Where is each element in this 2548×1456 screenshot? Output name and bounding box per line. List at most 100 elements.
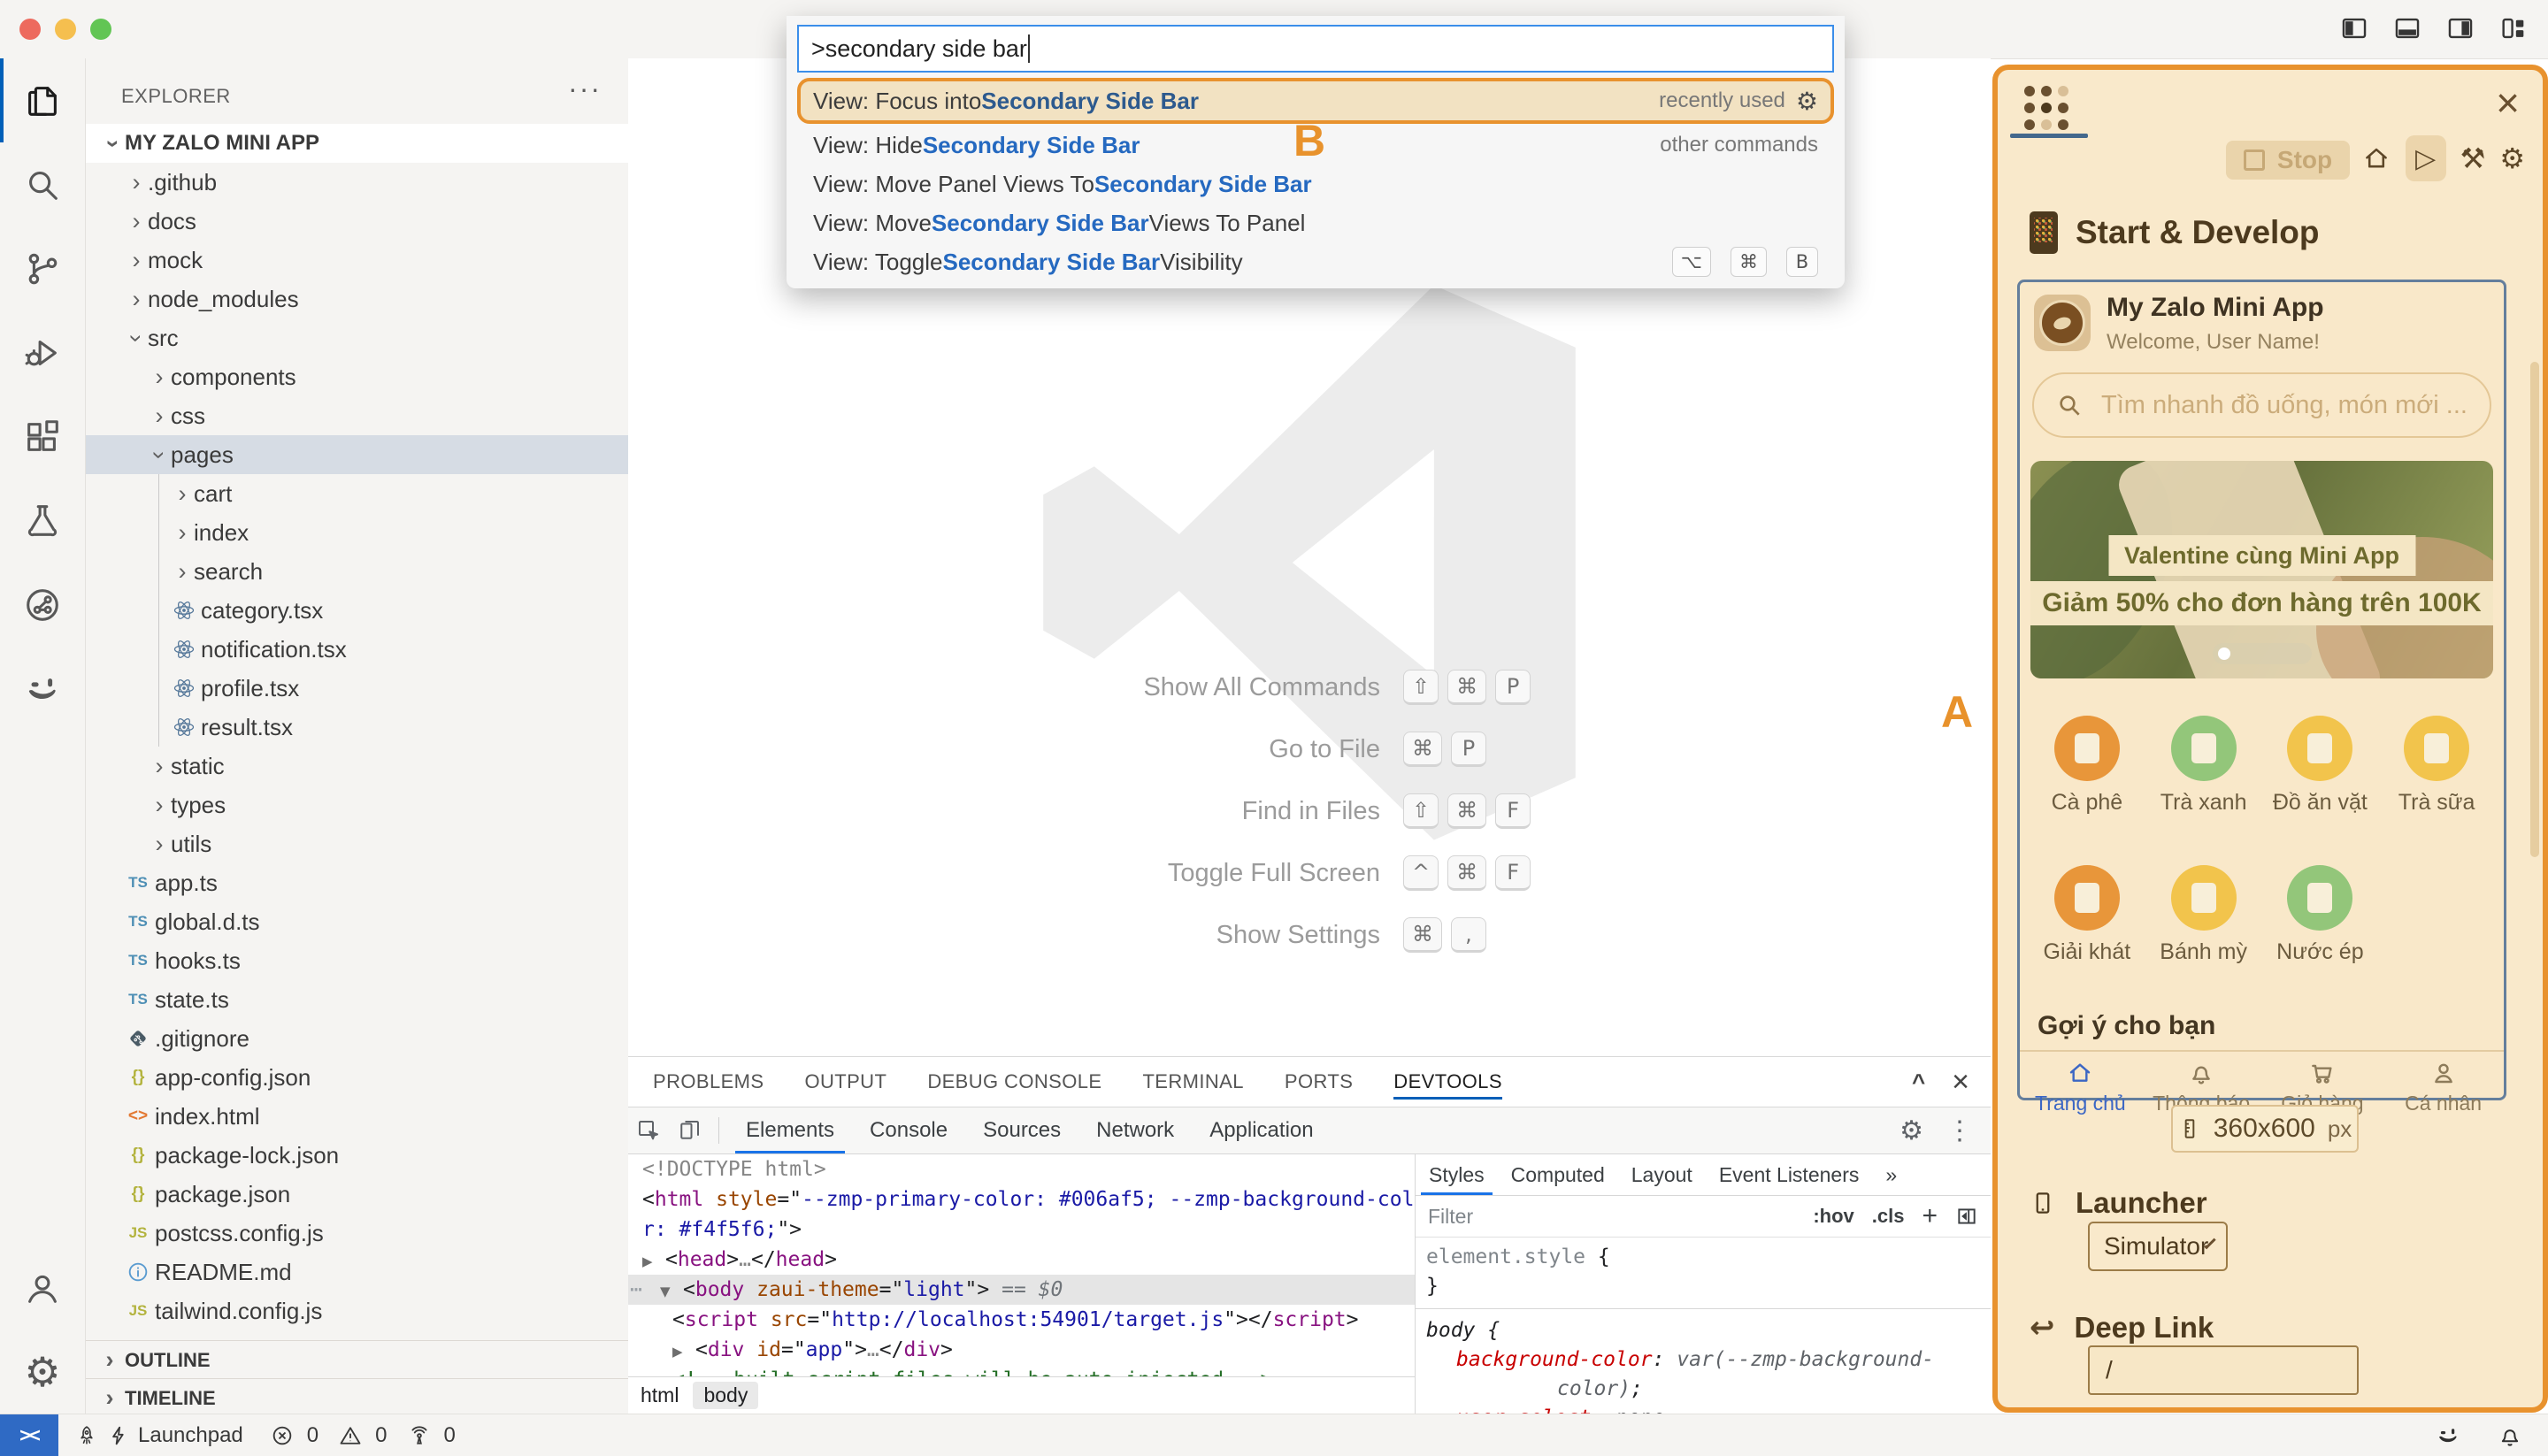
toggle-primary-sidebar-icon[interactable]	[2339, 13, 2369, 43]
devtools-tab-network[interactable]: Network	[1078, 1107, 1192, 1153]
dom-line[interactable]: ▶<head>…</head>	[628, 1245, 1415, 1275]
promo-banner[interactable]: Valentine cùng Mini App Giảm 50% cho đơn…	[2030, 461, 2493, 678]
tree-item-postcss-config-js[interactable]: JSpostcss.config.js	[86, 1214, 628, 1253]
nav-home[interactable]: Trang chủ	[2020, 1059, 2141, 1107]
styles-tab-computed[interactable]: Computed	[1498, 1154, 1618, 1195]
tree-item-types[interactable]: ›types	[86, 785, 628, 824]
devtools-tab-elements[interactable]: Elements	[728, 1107, 852, 1153]
styles-tab-event-listeners[interactable]: Event Listeners	[1706, 1154, 1873, 1195]
close-panel-icon[interactable]: ×	[1952, 1065, 1969, 1100]
close-icon[interactable]: ×	[2496, 79, 2520, 126]
category--n-v-t[interactable]: Đồ ăn vặt	[2262, 716, 2379, 816]
mini-app-logo-icon[interactable]	[2024, 86, 2068, 130]
inspect-element-icon[interactable]	[628, 1117, 669, 1144]
tree-item-app-ts[interactable]: TSapp.ts	[86, 863, 628, 902]
dom-line[interactable]: <script src="http://localhost:54901/targ…	[628, 1305, 1415, 1335]
section-outline[interactable]: ›OUTLINE	[86, 1340, 628, 1379]
tree-item-package-lock-json[interactable]: {}package-lock.json	[86, 1136, 628, 1175]
tree-item-notification-tsx[interactable]: notification.tsx	[86, 630, 628, 669]
tree-item-css[interactable]: ›css	[86, 396, 628, 435]
activity-extensions[interactable]	[0, 395, 85, 479]
category-n-c-p[interactable]: Nước ép	[2262, 865, 2379, 965]
panel-tab-terminal[interactable]: TERMINAL	[1142, 1057, 1243, 1107]
warnings-icon[interactable]	[338, 1423, 370, 1448]
activity-run-debug[interactable]	[0, 310, 85, 395]
command-row[interactable]: View: Move Panel Views To Secondary Side…	[797, 165, 1834, 203]
zalo-smiley-icon[interactable]	[2435, 1422, 2461, 1449]
tree-item-static[interactable]: ›static	[86, 747, 628, 785]
device-toolbar-icon[interactable]	[669, 1117, 710, 1144]
devtools-menu-icon[interactable]: ⋮	[1946, 1115, 1973, 1146]
home-icon[interactable]	[2361, 143, 2391, 173]
remote-indicator[interactable]: ><	[0, 1414, 58, 1456]
tree-item--gitignore[interactable]: .gitignore	[86, 1019, 628, 1058]
toggle-secondary-sidebar-icon[interactable]	[2445, 13, 2475, 43]
tree-item-hooks-ts[interactable]: TShooks.ts	[86, 941, 628, 980]
expand-arrow-icon[interactable]: ▶	[672, 1337, 695, 1367]
close-window-button[interactable]	[19, 19, 41, 40]
activity-search[interactable]	[0, 142, 85, 226]
hov-toggle[interactable]: :hov	[1813, 1205, 1853, 1228]
ports-icon[interactable]	[407, 1423, 439, 1448]
styles-tab-layout[interactable]: Layout	[1618, 1154, 1706, 1195]
command-row[interactable]: View: Move Secondary Side Bar Views To P…	[797, 203, 1834, 242]
category-tr-xanh[interactable]: Trà xanh	[2145, 716, 2262, 816]
devtools-tab-application[interactable]: Application	[1192, 1107, 1331, 1153]
breadcrumb-body[interactable]: body	[693, 1382, 758, 1409]
tree-item-package-json[interactable]: {}package.json	[86, 1175, 628, 1214]
app-search-input[interactable]: Tìm nhanh đồ uống, món mới ...	[2032, 372, 2491, 438]
expand-arrow-icon[interactable]: ▶	[642, 1246, 665, 1276]
configure-keybinding-icon[interactable]: ⚙	[1796, 87, 1818, 116]
styles-filter-input[interactable]: Filter	[1428, 1205, 1473, 1229]
panel-tab-output[interactable]: OUTPUT	[804, 1057, 886, 1107]
activity-remote-explorer[interactable]	[0, 563, 85, 647]
play-icon[interactable]: ▷	[2406, 135, 2446, 181]
dom-line[interactable]: <!DOCTYPE html>	[628, 1154, 1415, 1184]
customize-layout-icon[interactable]	[2498, 13, 2529, 43]
cls-toggle[interactable]: .cls	[1872, 1205, 1905, 1228]
tree-item-state-ts[interactable]: TSstate.ts	[86, 980, 628, 1019]
category-tr-s-a[interactable]: Trà sữa	[2378, 716, 2495, 816]
activity-explorer[interactable]	[0, 58, 85, 142]
tree-item-app-config-json[interactable]: {}app-config.json	[86, 1058, 628, 1097]
dom-line[interactable]: ▶<div id="app">…</div>	[628, 1335, 1415, 1365]
panel-scrollbar[interactable]	[2530, 362, 2539, 857]
tree-item-pages[interactable]: ›pages	[86, 435, 628, 474]
activity-testing[interactable]	[0, 479, 85, 563]
tree-item-cart[interactable]: ›cart	[86, 474, 628, 513]
dom-line[interactable]: <html style="--zmp-primary-color: #006af…	[628, 1184, 1415, 1215]
tree-item-tailwind-config-js[interactable]: JStailwind.config.js	[86, 1291, 628, 1330]
expand-arrow-icon[interactable]: ▼	[660, 1276, 683, 1307]
activity-accounts[interactable]	[0, 1245, 85, 1330]
category-c-ph-[interactable]: Cà phê	[2029, 716, 2145, 816]
tree-item-src[interactable]: ›src	[86, 318, 628, 357]
activity-zalo-mini-app[interactable]	[0, 647, 85, 731]
new-style-rule-icon[interactable]: +	[1922, 1201, 1938, 1231]
tree-item-readme-md[interactable]: README.md	[86, 1253, 628, 1291]
breadcrumb-html[interactable]: html	[641, 1383, 679, 1407]
bell-icon[interactable]	[2497, 1422, 2523, 1449]
tree-item-docs[interactable]: ›docs	[86, 202, 628, 241]
devtools-tab-console[interactable]: Console	[852, 1107, 965, 1153]
settings-icon[interactable]: ⚙	[2499, 142, 2525, 175]
more-icon[interactable]: ⋯	[630, 1275, 642, 1305]
dock-sidebar-icon[interactable]	[1955, 1205, 1978, 1228]
styles-tab-styles[interactable]: Styles	[1416, 1154, 1498, 1195]
tree-item-global-d-ts[interactable]: TSglobal.d.ts	[86, 902, 628, 941]
tree-item-index[interactable]: ›index	[86, 513, 628, 552]
launcher-select[interactable]: Simulator	[2088, 1222, 2228, 1271]
tree-item-my-zalo-mini-app[interactable]: ›MY ZALO MINI APP	[86, 124, 629, 163]
maximize-window-button[interactable]	[90, 19, 111, 40]
nav-bell[interactable]: Thông báo	[2141, 1059, 2262, 1107]
tree-item-result-tsx[interactable]: result.tsx	[86, 708, 628, 747]
nav-cart[interactable]: Giỏ hàng	[2262, 1059, 2383, 1107]
nav-person[interactable]: Cá nhân	[2383, 1059, 2504, 1107]
devtools-settings-icon[interactable]: ⚙	[1899, 1115, 1923, 1146]
activity-source-control[interactable]	[0, 226, 85, 310]
tree-item-components[interactable]: ›components	[86, 357, 628, 396]
category-b-nh-m-[interactable]: Bánh mỳ	[2145, 865, 2262, 965]
launchpad-label[interactable]: Launchpad	[138, 1423, 243, 1448]
dom-line[interactable]: <!-- built script files will be auto inj…	[628, 1365, 1415, 1376]
command-input[interactable]: >secondary side bar	[797, 25, 1834, 73]
tree-item-node-modules[interactable]: ›node_modules	[86, 280, 628, 318]
